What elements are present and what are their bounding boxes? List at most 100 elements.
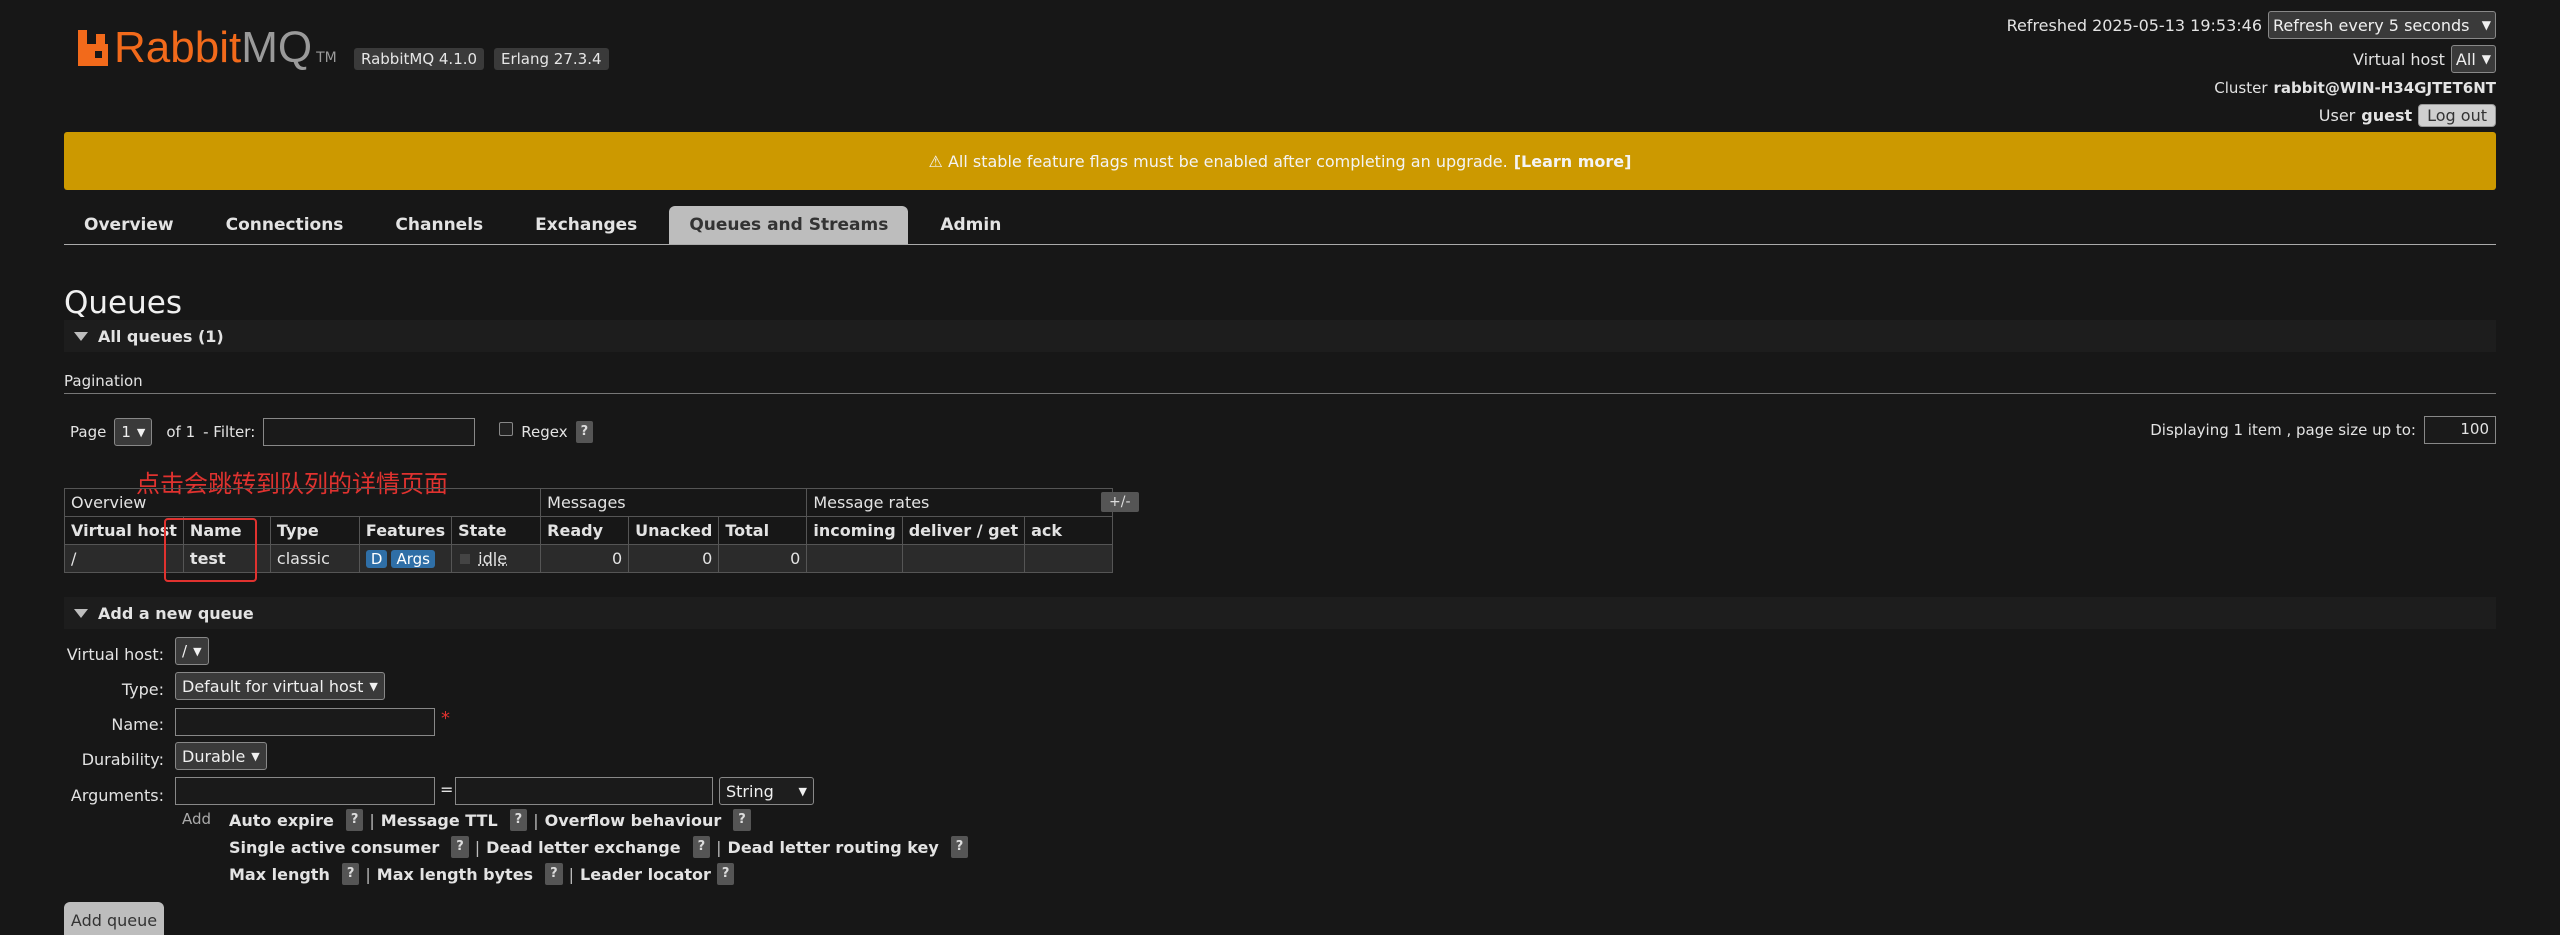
user-label: User	[2318, 106, 2356, 125]
tab-channels[interactable]: Channels	[375, 206, 503, 244]
page-label: Page	[70, 423, 107, 441]
add-queue-vhost-value: /	[182, 642, 188, 660]
cell-total: 0	[718, 544, 808, 573]
annotation-highlight-box	[164, 518, 257, 582]
add-queue-heading: Add a new queue	[98, 603, 254, 623]
tab-queues-and-streams[interactable]: Queues and Streams	[669, 206, 909, 244]
chevron-down-icon: ▼	[798, 784, 807, 798]
arg-max-length-link[interactable]: Max length	[229, 865, 330, 884]
add-queue-section-toggle[interactable]: Add a new queue	[64, 597, 2496, 629]
page-of-label: of 1	[166, 423, 196, 441]
refresh-interval-value: Refresh every 5 seconds	[2273, 15, 2470, 35]
help-icon[interactable]: ?	[950, 836, 969, 858]
cell-deliver-get	[901, 544, 1026, 573]
col-header-state[interactable]: State	[451, 516, 542, 545]
col-header-features[interactable]: Features	[358, 516, 453, 545]
queue-name-input[interactable]	[175, 708, 435, 736]
tab-overview[interactable]: Overview	[64, 206, 194, 244]
add-queue-vhost-select[interactable]: / ▼	[175, 637, 209, 665]
arg-overflow-behaviour-link[interactable]: Overflow behaviour	[545, 811, 722, 830]
tab-connections[interactable]: Connections	[206, 206, 364, 244]
queue-type-select[interactable]: Default for virtual host ▼	[175, 672, 385, 700]
column-toggle-button[interactable]: +/-	[1101, 492, 1139, 512]
cell-unacked: 0	[628, 544, 720, 573]
arg-message-ttl-link[interactable]: Message TTL	[381, 811, 498, 830]
argument-shortcuts-row-3: Max length ? | Max length bytes ? | Lead…	[229, 863, 735, 885]
filter-input[interactable]	[263, 418, 476, 446]
argument-value-input[interactable]	[455, 777, 713, 805]
pagination-controls: Page 1 ▼ of 1 - Filter: Regex ?	[70, 418, 594, 446]
feature-args-badge[interactable]: Args	[391, 550, 435, 568]
help-icon[interactable]: ?	[716, 863, 735, 885]
cell-type: classic	[269, 544, 360, 573]
arg-single-active-consumer-link[interactable]: Single active consumer	[229, 838, 439, 857]
user-row: User guest Log out	[2319, 104, 2496, 127]
chevron-down-icon: ▼	[369, 679, 378, 693]
arg-dead-letter-exchange-link[interactable]: Dead letter exchange	[486, 838, 680, 857]
group-header-overview: Overview	[63, 488, 542, 517]
durability-select[interactable]: Durable ▼	[175, 742, 267, 770]
main-nav-tabs: Overview Connections Channels Exchanges …	[64, 205, 2496, 245]
tab-exchanges[interactable]: Exchanges	[515, 206, 657, 244]
regex-checkbox[interactable]	[499, 422, 514, 436]
logo-tm: TM	[316, 50, 337, 66]
tab-admin[interactable]: Admin	[920, 206, 1021, 244]
argument-type-select[interactable]: String ▼	[719, 777, 814, 805]
type-field-label: Type:	[121, 680, 164, 699]
vhost-select[interactable]: All ▼	[2450, 45, 2496, 73]
separator: |	[716, 837, 722, 857]
col-header-type[interactable]: Type	[269, 516, 360, 545]
separator: |	[365, 864, 371, 884]
vhost-select-value: All	[2455, 49, 2476, 69]
argument-shortcuts-row-1: Auto expire ? | Message TTL ? | Overflow…	[229, 809, 751, 831]
help-icon[interactable]: ?	[341, 863, 360, 885]
help-icon[interactable]: ?	[345, 809, 364, 831]
all-queues-section-toggle[interactable]: All queues (1)	[64, 320, 2496, 352]
col-header-total[interactable]: Total	[718, 516, 808, 545]
user-name: guest	[2361, 106, 2413, 125]
col-header-unacked[interactable]: Unacked	[628, 516, 720, 545]
col-header-ack[interactable]: ack	[1024, 516, 1114, 545]
required-marker: *	[441, 708, 450, 729]
page-size-input[interactable]: 100	[2424, 416, 2496, 444]
help-icon[interactable]: ?	[509, 809, 528, 831]
separator: |	[533, 810, 539, 830]
chevron-down-icon: ▼	[136, 425, 146, 439]
col-header-ready[interactable]: Ready	[540, 516, 630, 545]
name-field-label: Name:	[111, 715, 164, 734]
add-argument-label: Add	[182, 810, 212, 828]
cluster-row: Cluster rabbit@WIN-H34GJTET6NT	[2214, 79, 2496, 97]
cell-state: idle	[451, 544, 542, 573]
rabbitmq-version-badge: RabbitMQ 4.1.0	[354, 48, 485, 70]
arg-dead-letter-routing-key-link[interactable]: Dead letter routing key	[728, 838, 939, 857]
help-icon[interactable]: ?	[545, 863, 563, 885]
refresh-interval-select[interactable]: Refresh every 5 seconds ▼	[2268, 11, 2496, 39]
page-select[interactable]: 1 ▼	[114, 418, 153, 446]
chevron-down-icon: ▼	[2481, 52, 2491, 66]
argument-key-input[interactable]	[175, 777, 435, 805]
col-header-deliver-get[interactable]: deliver / get	[901, 516, 1026, 545]
arg-max-length-bytes-link[interactable]: Max length bytes	[377, 865, 533, 884]
arg-leader-locator-link[interactable]: Leader locator	[580, 865, 711, 884]
help-icon[interactable]: ?	[692, 836, 711, 858]
help-icon[interactable]: ?	[451, 836, 469, 858]
cluster-label: Cluster	[2214, 79, 2268, 97]
group-header-messages: Messages	[540, 488, 808, 517]
logout-button[interactable]: Log out	[2418, 104, 2496, 127]
cell-ack	[1024, 544, 1114, 573]
arg-auto-expire-link[interactable]: Auto expire	[229, 811, 334, 830]
page-title: Queues	[64, 285, 182, 321]
cluster-name: rabbit@WIN-H34GJTET6NT	[2273, 79, 2496, 97]
add-queue-button[interactable]: Add queue	[64, 902, 164, 935]
refresh-row: Refreshed 2025-05-13 19:53:46 Refresh ev…	[2007, 11, 2496, 39]
rabbitmq-logo: Rabbit MQ TM	[78, 24, 337, 72]
group-header-message-rates: Message rates	[806, 488, 1114, 517]
displaying-label: Displaying 1 item , page size up to:	[2150, 421, 2416, 439]
help-icon[interactable]: ?	[733, 809, 751, 831]
separator: |	[568, 864, 575, 884]
regex-label: Regex	[521, 423, 568, 441]
col-header-incoming[interactable]: incoming	[806, 516, 903, 545]
pagination-heading: Pagination	[64, 372, 2496, 394]
learn-more-link[interactable]: [Learn more]	[1514, 152, 1632, 171]
regex-help-icon[interactable]: ?	[575, 421, 594, 443]
